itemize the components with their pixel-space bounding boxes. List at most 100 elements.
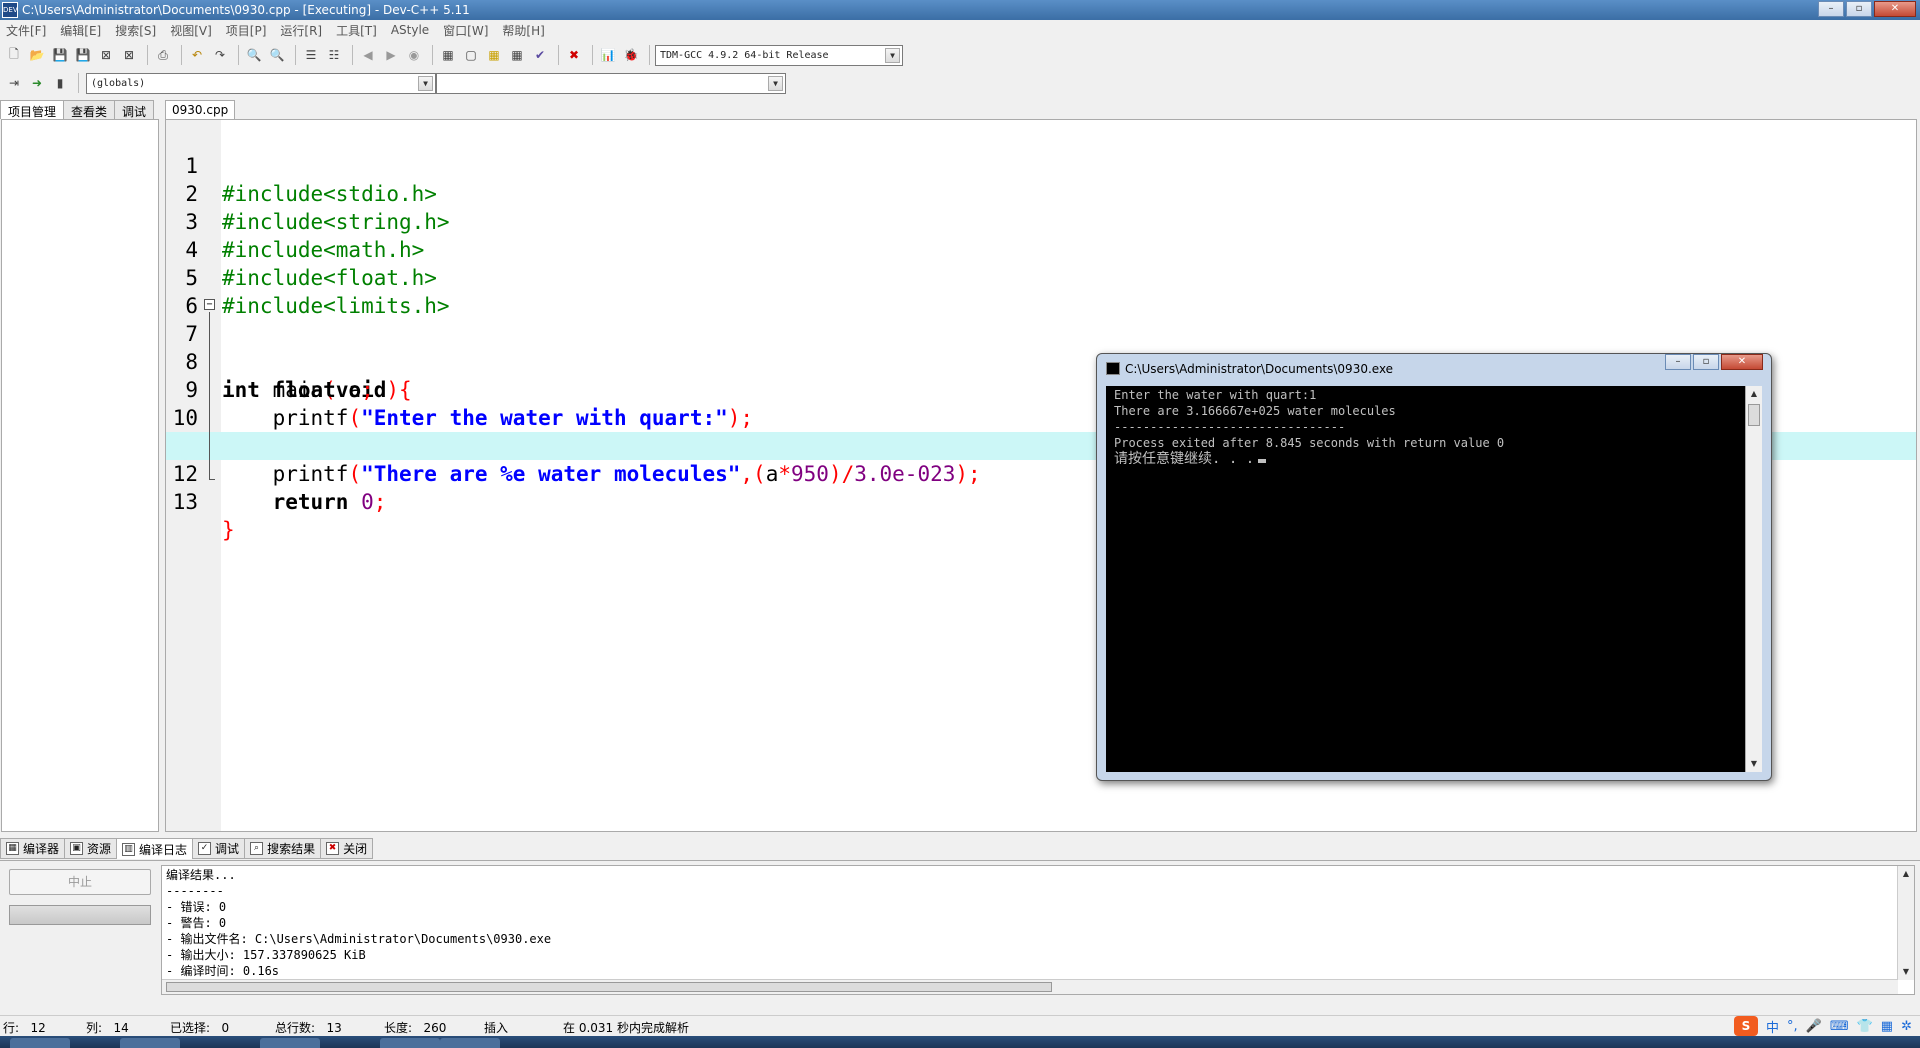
scope-select[interactable]: (globals) ▼ bbox=[86, 72, 436, 94]
menu-file[interactable]: 文件[F] bbox=[6, 22, 46, 39]
toolbox-icon[interactable]: ▦ bbox=[1881, 1019, 1893, 1034]
save-icon[interactable]: 💾 bbox=[50, 45, 70, 65]
keyboard-icon[interactable]: ⌨ bbox=[1830, 1019, 1849, 1034]
scroll-thumb[interactable] bbox=[1748, 404, 1760, 426]
start-button[interactable] bbox=[10, 1038, 70, 1048]
console-output[interactable]: Enter the water with quart:1 There are 3… bbox=[1106, 386, 1745, 772]
tab-compiler[interactable]: ▦ 编译器 bbox=[0, 838, 66, 859]
taskbar-item[interactable] bbox=[440, 1038, 500, 1048]
compiler-select[interactable]: TDM-GCC 4.9.2 64-bit Release ▼ bbox=[655, 44, 903, 66]
run-icon[interactable]: ▢ bbox=[461, 45, 481, 65]
stop-button[interactable]: 中止 bbox=[9, 869, 151, 895]
compile-log-output[interactable]: 编译结果... -------- - 错误: 0 - 警告: 0 - 输出文件名… bbox=[161, 865, 1915, 995]
insert-icon[interactable]: ⇥ bbox=[4, 73, 24, 93]
status-insert-mode: 插入 bbox=[484, 1021, 509, 1035]
settings-icon[interactable]: ✲ bbox=[1901, 1019, 1912, 1034]
unindent-icon[interactable]: ☷ bbox=[324, 45, 344, 65]
indent-icon[interactable]: ☰ bbox=[301, 45, 321, 65]
replace-icon[interactable]: 🔍 bbox=[267, 45, 287, 65]
scroll-up-icon[interactable]: ▲ bbox=[1898, 866, 1914, 882]
code-line[interactable]: 1 #include<stdio.h> bbox=[166, 124, 1916, 206]
menu-run[interactable]: 运行[R] bbox=[280, 22, 322, 39]
status-selected: 已选择: 0 bbox=[170, 1021, 230, 1035]
close-file-icon[interactable]: ⊠ bbox=[96, 45, 116, 65]
stop-execution-icon[interactable]: ✖ bbox=[564, 45, 584, 65]
save-all-icon[interactable]: 💾 bbox=[73, 45, 93, 65]
skin-icon[interactable]: 👕 bbox=[1857, 1019, 1873, 1034]
compile-run-icon[interactable]: ▦ bbox=[484, 45, 504, 65]
tab-debug[interactable]: 调试 bbox=[114, 100, 155, 119]
code-line[interactable]: 3 #include<math.h> bbox=[166, 180, 1916, 262]
forward-icon[interactable]: ▶ bbox=[381, 45, 401, 65]
menu-astyle[interactable]: AStyle bbox=[391, 23, 429, 37]
sogou-ime-logo[interactable]: S bbox=[1734, 1016, 1758, 1036]
console-line: There are 3.166667e+025 water molecules bbox=[1114, 404, 1396, 418]
menu-tools[interactable]: 工具[T] bbox=[336, 22, 377, 39]
menu-view[interactable]: 视图[V] bbox=[170, 22, 212, 39]
microphone-icon[interactable]: 🎤 bbox=[1806, 1019, 1822, 1034]
menu-project[interactable]: 项目[P] bbox=[226, 22, 267, 39]
code-line[interactable]: 4 #include<float.h> bbox=[166, 208, 1916, 290]
scroll-thumb[interactable] bbox=[166, 982, 1052, 992]
scroll-down-icon[interactable]: ▼ bbox=[1898, 964, 1914, 980]
menu-help[interactable]: 帮助[H] bbox=[502, 22, 544, 39]
code-line[interactable]: 2 #include<string.h> bbox=[166, 152, 1916, 234]
debug-icon[interactable]: 🐞 bbox=[621, 45, 641, 65]
code-line[interactable]: 7 − int main(void){ bbox=[166, 292, 1916, 402]
print-icon[interactable]: ⎙ bbox=[153, 45, 173, 65]
log-line: -------- bbox=[166, 884, 224, 898]
punctuation-icon[interactable]: °, bbox=[1787, 1019, 1798, 1034]
syntax-check-icon[interactable]: ✔ bbox=[530, 45, 550, 65]
toggle-icon[interactable]: ▮ bbox=[50, 73, 70, 93]
find-icon[interactable]: 🔍 bbox=[244, 45, 264, 65]
tab-file[interactable]: 0930.cpp bbox=[165, 100, 236, 119]
goto-icon[interactable]: ➜ bbox=[27, 73, 47, 93]
taskbar-item[interactable] bbox=[120, 1038, 180, 1048]
tab-project[interactable]: 项目管理 bbox=[0, 100, 65, 119]
tab-search-results[interactable]: ⌕ 搜索结果 bbox=[244, 838, 322, 859]
close-button[interactable]: ✕ bbox=[1874, 1, 1916, 17]
minimize-button[interactable]: – bbox=[1818, 1, 1844, 17]
open-file-icon[interactable]: 📂 bbox=[27, 45, 47, 65]
console-maximize-button[interactable]: ▫ bbox=[1693, 354, 1719, 370]
tab-compile-log[interactable]: ▥ 编译日志 bbox=[116, 838, 194, 859]
log-horizontal-scrollbar[interactable] bbox=[162, 979, 1898, 994]
taskbar-item[interactable] bbox=[380, 1038, 440, 1048]
code-line[interactable]: 5 #include<limits.h> bbox=[166, 236, 1916, 318]
log-vertical-scrollbar[interactable]: ▲ ▼ bbox=[1897, 866, 1914, 980]
ime-language-label[interactable]: 中 bbox=[1766, 1017, 1779, 1036]
console-window[interactable]: C:\Users\Administrator\Documents\0930.ex… bbox=[1096, 353, 1772, 781]
fold-toggle-icon[interactable]: − bbox=[204, 299, 215, 310]
chevron-down-icon[interactable]: ▼ bbox=[418, 75, 433, 91]
undo-icon[interactable]: ↶ bbox=[187, 45, 207, 65]
chart-icon[interactable]: 📊 bbox=[598, 45, 618, 65]
new-file-icon[interactable]: 🗋 bbox=[4, 45, 24, 65]
log-line: - 输出文件名: C:\Users\Administrator\Document… bbox=[166, 932, 552, 946]
chevron-down-icon[interactable]: ▼ bbox=[768, 75, 783, 91]
console-minimize-button[interactable]: – bbox=[1665, 354, 1691, 370]
chevron-down-icon[interactable]: ▼ bbox=[885, 47, 900, 63]
close-all-icon[interactable]: ⊠ bbox=[119, 45, 139, 65]
project-browser[interactable] bbox=[1, 119, 159, 832]
scroll-up-icon[interactable]: ▲ bbox=[1746, 386, 1762, 402]
tab-classes[interactable]: 查看类 bbox=[63, 100, 116, 119]
console-scrollbar[interactable]: ▲ ▼ bbox=[1745, 386, 1762, 772]
rebuild-icon[interactable]: ▦ bbox=[507, 45, 527, 65]
menu-edit[interactable]: 编辑[E] bbox=[60, 22, 101, 39]
back-icon[interactable]: ◀ bbox=[358, 45, 378, 65]
taskbar-item[interactable] bbox=[260, 1038, 320, 1048]
maximize-button[interactable]: ▫ bbox=[1846, 1, 1872, 17]
code-line[interactable]: 6 bbox=[166, 264, 1916, 318]
compile-icon[interactable]: ▦ bbox=[438, 45, 458, 65]
tab-resources[interactable]: ▣ 资源 bbox=[64, 838, 118, 859]
code-line[interactable]: 8 float a; bbox=[166, 320, 1916, 402]
member-select[interactable]: ▼ bbox=[436, 72, 786, 94]
bookmark-icon[interactable]: ◉ bbox=[404, 45, 424, 65]
tab-close[interactable]: ✖ 关闭 bbox=[320, 838, 374, 859]
menu-search[interactable]: 搜索[S] bbox=[115, 22, 156, 39]
tab-debug-bottom[interactable]: ✓ 调试 bbox=[192, 838, 246, 859]
menu-window[interactable]: 窗口[W] bbox=[443, 22, 488, 39]
redo-icon[interactable]: ↷ bbox=[210, 45, 230, 65]
console-close-button[interactable]: ✕ bbox=[1721, 354, 1763, 370]
scroll-down-icon[interactable]: ▼ bbox=[1746, 756, 1762, 772]
